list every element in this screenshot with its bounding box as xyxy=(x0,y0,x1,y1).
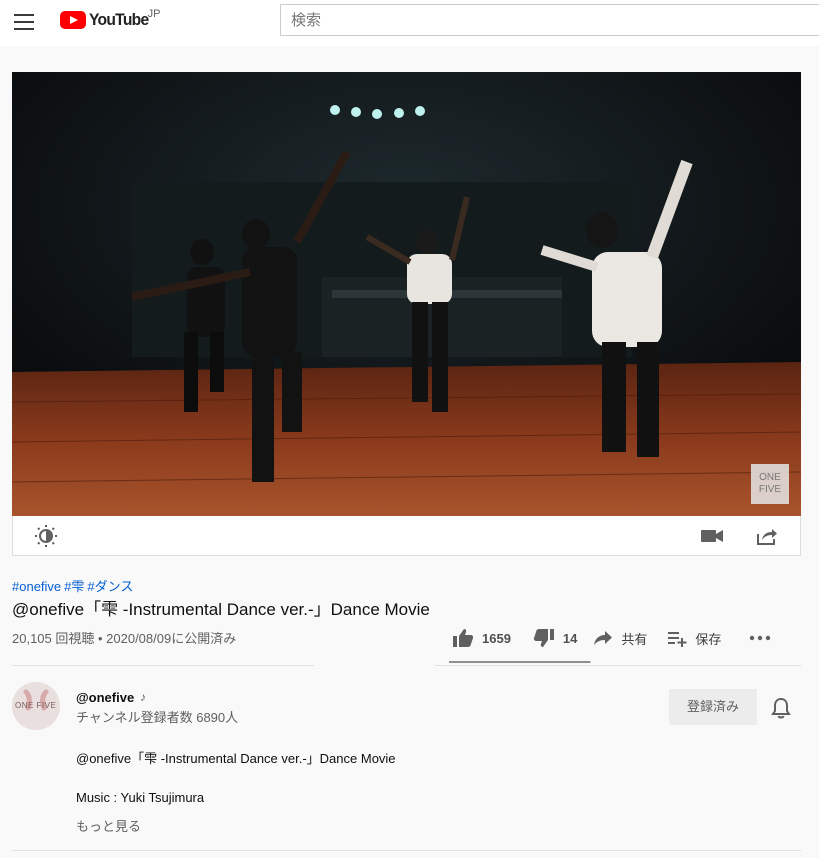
save-label: 保存 xyxy=(695,631,722,647)
avatar-logo-text: ONE FIVE xyxy=(15,701,57,710)
description-line: @onefive「雫 -Instrumental Dance ver.-」Dan… xyxy=(76,751,396,766)
channel-avatar[interactable]: ONE FIVE xyxy=(12,682,60,730)
thumb-down-icon xyxy=(533,629,554,647)
video-player[interactable]: ONE FIVE xyxy=(12,72,801,516)
channel-watermark: ONE FIVE xyxy=(751,464,789,504)
video-title: @onefive「雫 -Instrumental Dance ver.-」Dan… xyxy=(12,600,430,619)
share-button[interactable]: 共有 xyxy=(593,629,647,648)
share-out-icon[interactable] xyxy=(754,524,780,548)
hamburger-menu-icon[interactable] xyxy=(10,8,38,36)
divider-right xyxy=(435,665,801,666)
description-line: Music : Yuki Tsujimura xyxy=(76,790,205,805)
more-actions-icon[interactable] xyxy=(749,635,779,641)
player-controls xyxy=(12,516,801,556)
thumb-up-icon xyxy=(453,629,474,647)
show-more-link[interactable]: もっと見る xyxy=(76,816,141,835)
share-label: 共有 xyxy=(621,631,648,647)
music-note-icon: ♪ xyxy=(140,690,146,704)
youtube-play-icon xyxy=(60,11,86,29)
like-button[interactable]: 1659 xyxy=(452,628,511,648)
sentiment-bar-fill xyxy=(449,661,590,663)
hashtag-link[interactable]: #雫 xyxy=(64,579,84,594)
channel-name[interactable]: @onefive xyxy=(76,690,134,705)
share-arrow-icon xyxy=(594,631,613,645)
subscriber-count: チャンネル登録者数 6890人 xyxy=(76,710,239,725)
like-count: 1659 xyxy=(482,630,511,646)
brightness-icon[interactable] xyxy=(33,524,59,548)
logo-text: YouTube xyxy=(89,10,149,29)
divider-left xyxy=(12,665,314,666)
masthead: YouTube JP 検索 xyxy=(0,0,819,46)
playlist-add-icon xyxy=(668,632,687,647)
save-button[interactable]: 保存 xyxy=(667,629,721,648)
logo-country-code: JP xyxy=(147,8,161,20)
divider-bottom xyxy=(12,850,801,851)
hashtag-link[interactable]: #onefive xyxy=(12,579,61,594)
video-camera-icon[interactable] xyxy=(699,524,725,548)
search-input[interactable]: 検索 xyxy=(280,4,819,36)
sentiment-bar xyxy=(449,661,591,663)
video-frame xyxy=(12,72,801,516)
hashtag-list: #onefive #雫 #ダンス xyxy=(12,576,136,595)
video-actions: 1659 14 共有 保存 xyxy=(452,626,779,650)
dislike-button[interactable]: 14 xyxy=(533,628,577,648)
notification-bell-icon[interactable] xyxy=(770,696,792,720)
youtube-logo[interactable]: YouTube JP xyxy=(60,8,161,30)
subscribed-button[interactable]: 登録済み xyxy=(669,689,757,725)
hashtag-link[interactable]: #ダンス xyxy=(87,579,133,594)
video-view-count-date: 20,105 回視聴 • 2020/08/09に公開済み xyxy=(12,631,237,646)
dislike-count: 14 xyxy=(562,630,578,646)
